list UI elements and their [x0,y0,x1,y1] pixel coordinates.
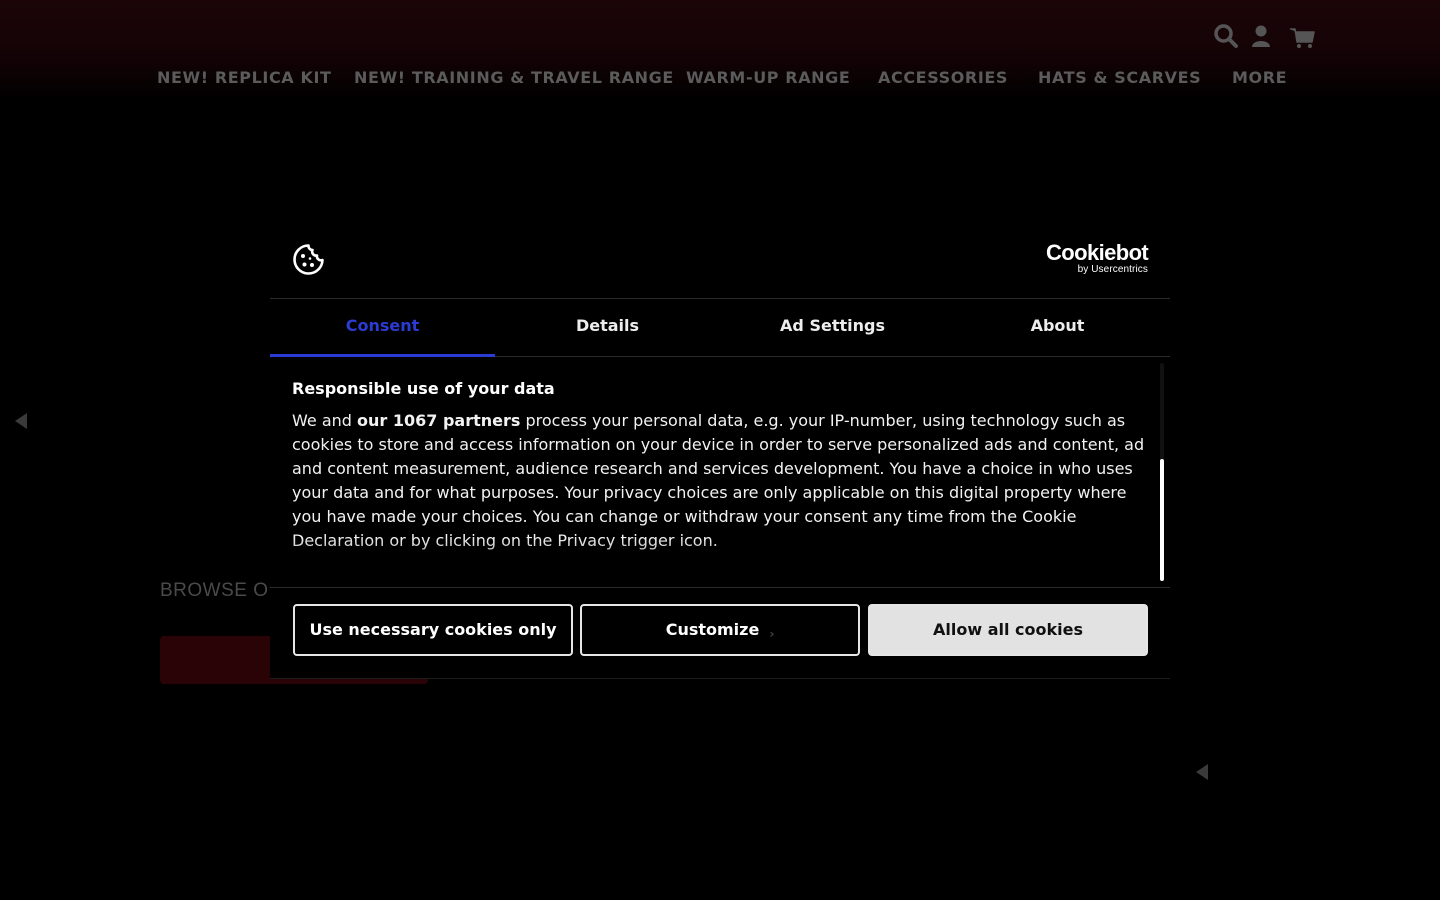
tab-details[interactable]: Details [495,299,720,356]
search-icon[interactable] [1212,22,1240,50]
dialog-tabs: Consent Details Ad Settings About [270,299,1170,357]
customize-button[interactable]: Customize › [580,604,860,656]
partners-link[interactable]: our 1067 partners [357,411,520,430]
nav-item-hats-scarves[interactable]: HATS & SCARVES [1038,68,1201,87]
cookie-icon [292,243,325,276]
site-header: NEW! REPLICA KIT NEW! TRAINING & TRAVEL … [0,0,1440,100]
carousel-prev-arrow-icon[interactable] [15,413,27,429]
dialog-body: Responsible use of your data We and our … [270,357,1170,587]
cookiebot-logo-tagline: by Usercentrics [1077,264,1148,275]
main-nav: NEW! REPLICA KIT NEW! TRAINING & TRAVEL … [0,68,1440,94]
cookiebot-logo[interactable]: Cookiebot by Usercentrics [1046,240,1149,276]
tab-ad-settings[interactable]: Ad Settings [720,299,945,356]
cart-icon[interactable] [1288,22,1316,50]
tab-about[interactable]: About [945,299,1170,356]
dialog-footer: Use necessary cookies only Customize › Al… [270,587,1170,679]
header-icons [1212,22,1322,52]
consent-text-body: process your personal data, e.g. your IP… [292,411,1145,550]
dialog-header: Cookiebot by Usercentrics [270,220,1170,299]
necessary-cookies-button[interactable]: Use necessary cookies only [293,604,573,656]
consent-text-intro: We and [292,411,357,430]
customize-label: Customize [665,620,760,639]
consent-text: We and our 1067 partners process your pe… [292,409,1150,553]
page: NEW! REPLICA KIT NEW! TRAINING & TRAVEL … [0,0,1440,900]
cookie-consent-dialog: Cookiebot by Usercentrics Consent Detail… [270,220,1170,679]
nav-item-warm-up[interactable]: WARM-UP RANGE [686,68,850,87]
account-icon[interactable] [1248,22,1276,50]
nav-item-training-travel[interactable]: NEW! TRAINING & TRAVEL RANGE [354,68,674,87]
consent-title: Responsible use of your data [292,379,555,398]
body-scrollbar[interactable] [1160,363,1164,581]
carousel-prev-arrow-icon-secondary[interactable] [1196,764,1208,780]
browse-heading: BROWSE OU [160,580,283,601]
cookiebot-logo-name: Cookiebot [1046,240,1149,265]
nav-item-more[interactable]: MORE [1232,68,1287,87]
tab-consent[interactable]: Consent [270,299,495,357]
nav-item-replica-kit[interactable]: NEW! REPLICA KIT [157,68,332,87]
body-scrollbar-thumb[interactable] [1160,459,1164,581]
nav-item-accessories[interactable]: ACCESSORIES [878,68,1008,87]
chevron-right-icon: › [769,627,775,641]
allow-all-cookies-button[interactable]: Allow all cookies [868,604,1148,656]
